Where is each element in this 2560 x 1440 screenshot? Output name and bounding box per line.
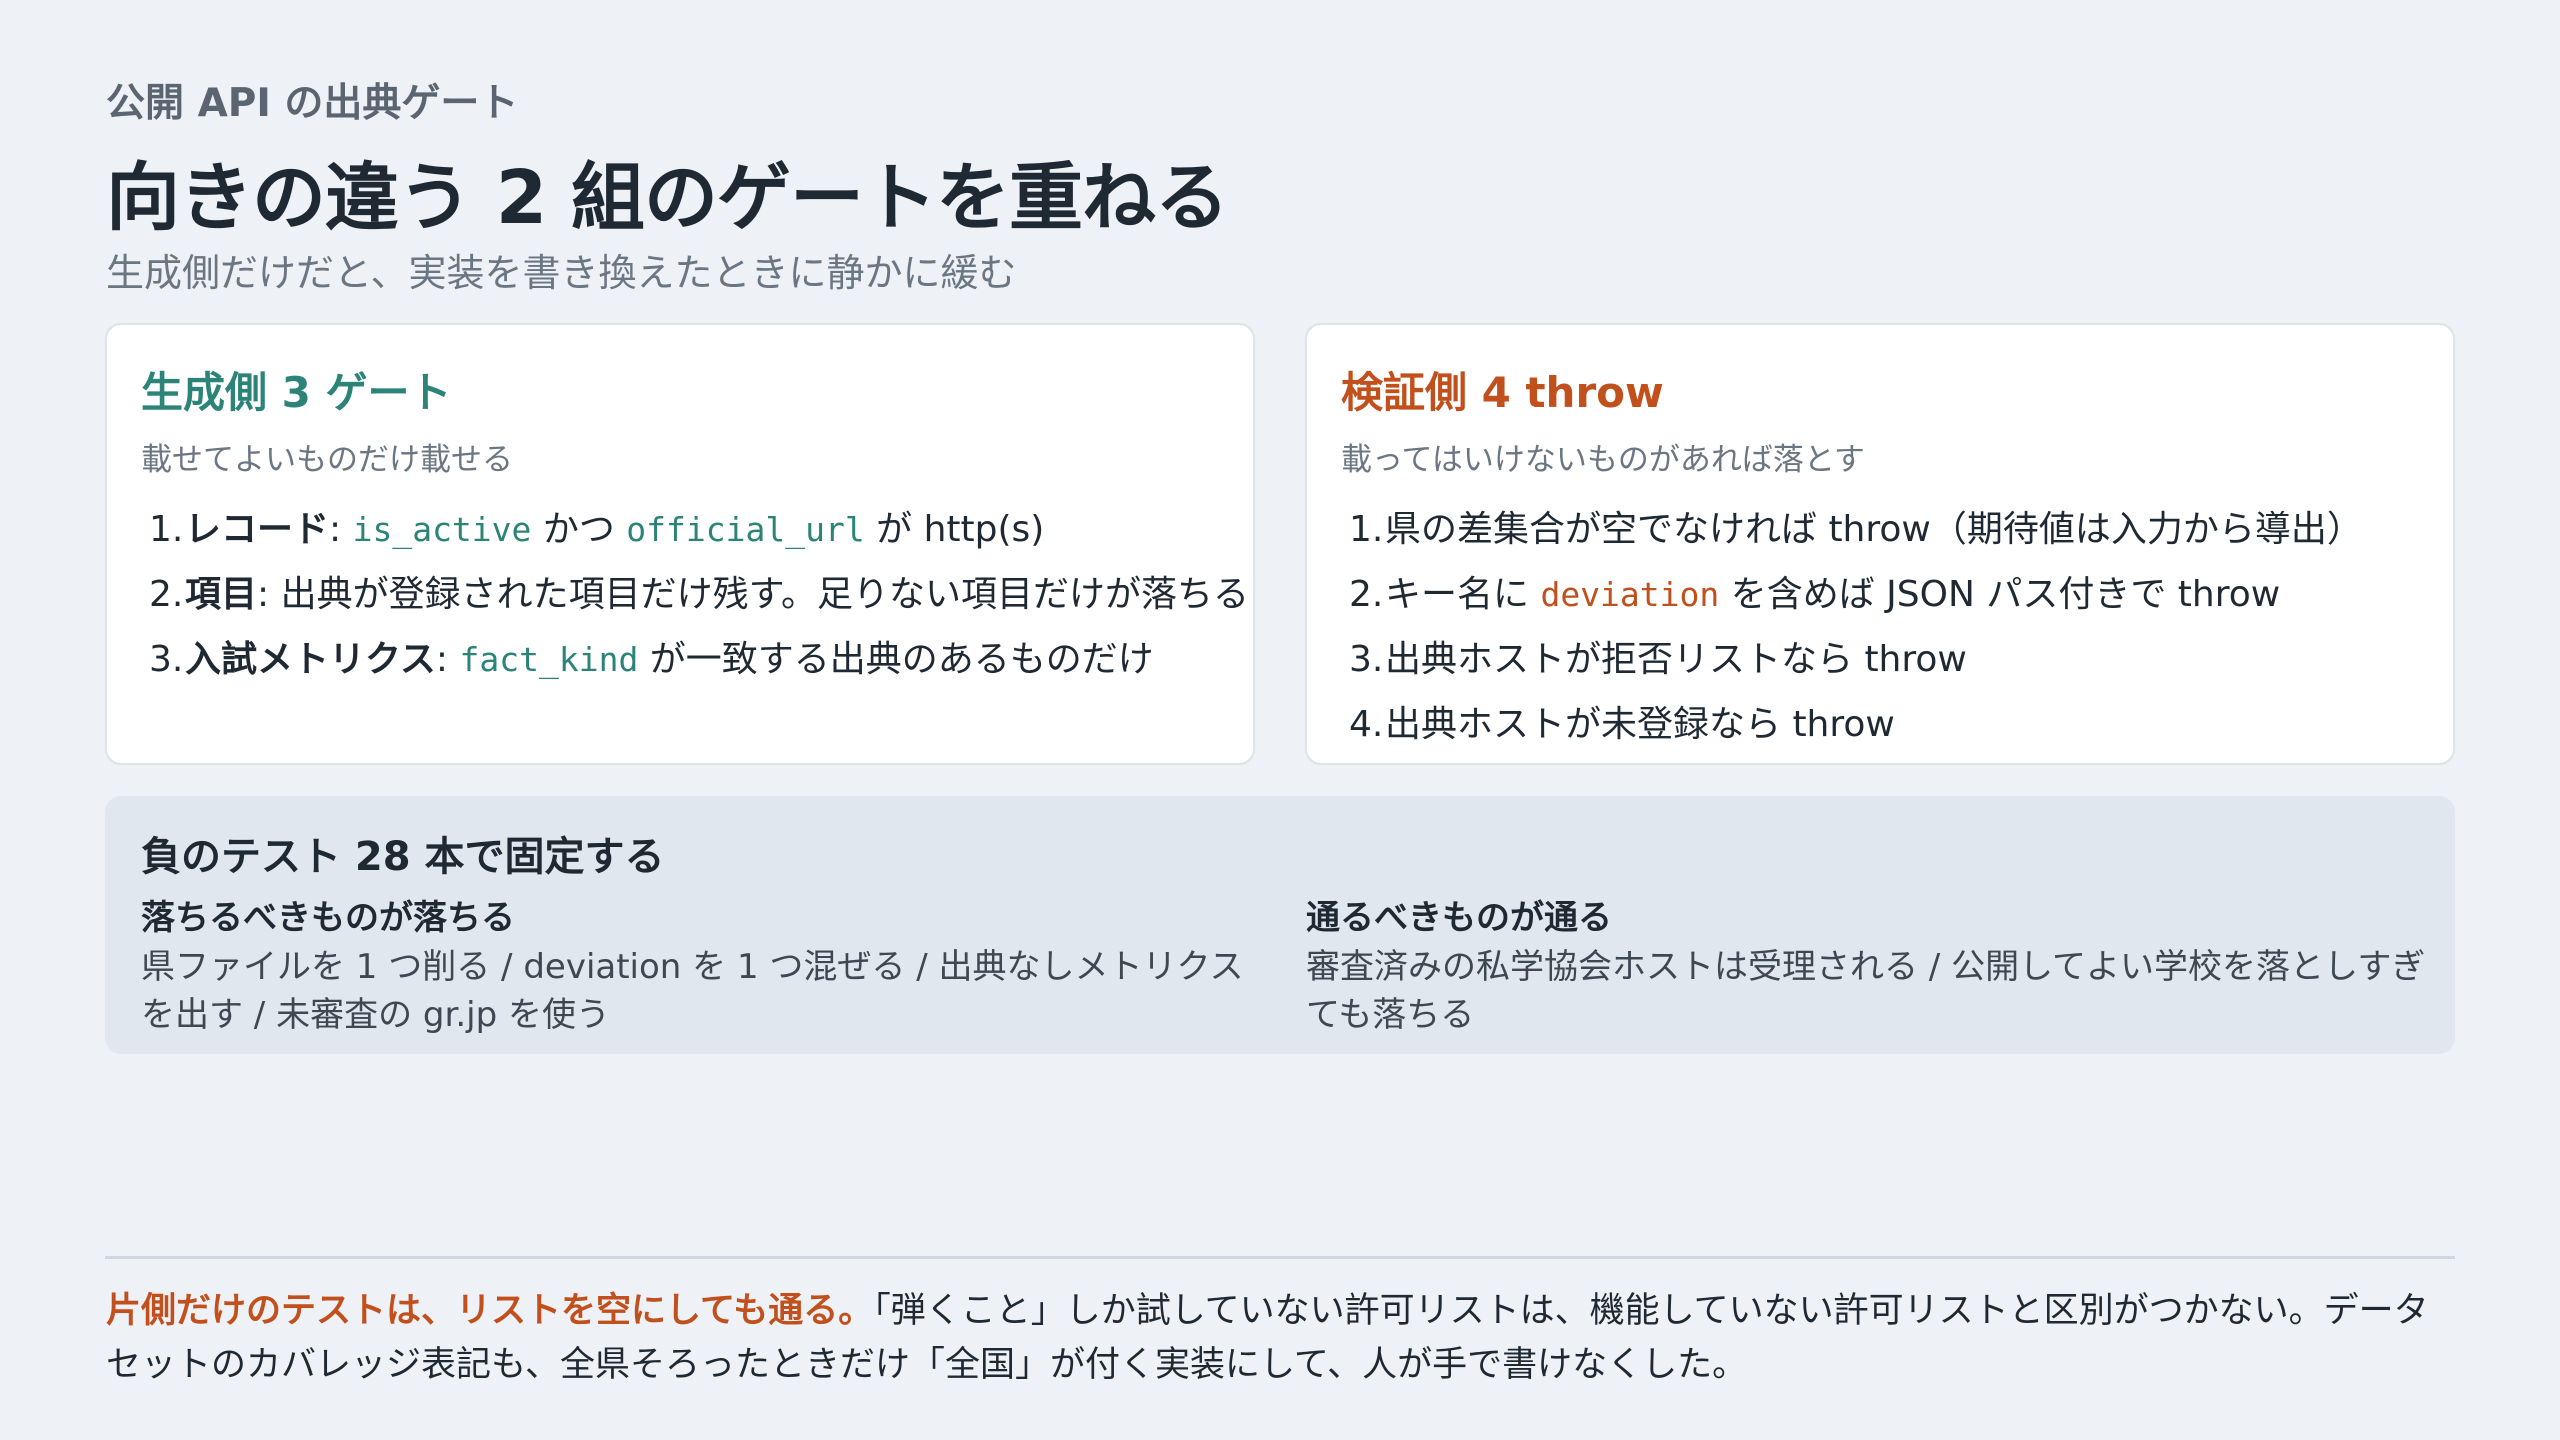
item-text: 県の差集合が空でなければ throw（期待値は入力から導出） [1385, 509, 2363, 550]
tests-right-text: 審査済みの私学協会ホストは受理される / 公開してよい学校を落としすぎても落ちる [1306, 947, 2426, 1035]
item-label: 入試メトリクス [185, 639, 436, 680]
item-text: を含めば JSON パス付きで throw [1719, 574, 2281, 615]
validation-heading: 検証側 4 throw [1341, 368, 1664, 417]
validation-item: 4.出典ホストが未登録なら throw [1341, 692, 2419, 757]
item-text: が一致する出典のあるものだけ [638, 639, 1154, 680]
item-separator: : [329, 509, 353, 550]
item-text: 出典ホストが拒否リストなら throw [1385, 639, 1967, 680]
validation-throws-card: 検証側 4 throw 載ってはいけないものがあれば落とす 1.県の差集合が空で… [1305, 323, 2455, 765]
code-deviation: deviation [1540, 575, 1720, 614]
item-label: 項目 [185, 574, 258, 615]
validation-list: 1.県の差集合が空でなければ throw（期待値は入力から導出） 2.キー名に … [1341, 497, 2419, 757]
page-subtitle: 生成側だけだと、実装を書き換えたときに静かに緩む [106, 251, 1017, 295]
item-text: かつ [531, 509, 627, 550]
validation-lead: 載ってはいけないものがあれば落とす [1341, 442, 1865, 478]
negative-tests-panel: 負のテスト 28 本で固定する 落ちるべきものが落ちる 県ファイルを 1 つ削る… [105, 796, 2455, 1054]
validation-item: 3.出典ホストが拒否リストなら throw [1341, 627, 2419, 692]
eyebrow: 公開 API の出典ゲート [106, 81, 519, 126]
item-text: キー名に [1385, 574, 1541, 615]
tests-left-text: 県ファイルを 1 つ削る / deviation を 1 つ混ぜる / 出典なし… [141, 947, 1244, 1035]
item-number: 2. [1349, 574, 1384, 615]
tests-right-heading: 通るべきものが通る [1306, 898, 1612, 938]
item-text: が http(s) [864, 509, 1045, 550]
tests-left-heading: 落ちるべきものが落ちる [141, 898, 515, 938]
generation-item: 1.レコード: is_active かつ official_url が http… [141, 497, 1219, 562]
item-number: 1. [1349, 509, 1384, 550]
item-number: 2. [149, 574, 184, 615]
footer-note: 片側だけのテストは、リストを空にしても通る。「弾くこと」しか試していない許可リス… [106, 1284, 2456, 1392]
divider [105, 1256, 2455, 1259]
generation-gates-card: 生成側 3 ゲート 載せてよいものだけ載せる 1.レコード: is_active… [105, 323, 1255, 765]
validation-item: 2.キー名に deviation を含めば JSON パス付きで throw [1341, 562, 2419, 627]
item-text: 出典が登録された項目だけ残す。足りない項目だけが落ちる [280, 574, 1249, 615]
code-official-url: official_url [626, 510, 865, 549]
item-number: 3. [1349, 639, 1384, 680]
tests-should-fail-column: 落ちるべきものが落ちる 県ファイルを 1 つ削る / deviation を 1… [141, 890, 1261, 1039]
generation-lead: 載せてよいものだけ載せる [141, 442, 513, 478]
code-fact-kind: fact_kind [459, 640, 639, 679]
tests-should-pass-column: 通るべきものが通る 審査済みの私学協会ホストは受理される / 公開してよい学校を… [1306, 890, 2426, 1039]
code-is-active: is_active [352, 510, 532, 549]
item-separator: : [257, 574, 281, 615]
tests-heading: 負のテスト 28 本で固定する [141, 834, 665, 880]
item-text: 出典ホストが未登録なら throw [1385, 704, 1895, 745]
item-separator: : [435, 639, 460, 680]
item-number: 4. [1349, 704, 1384, 745]
validation-item: 1.県の差集合が空でなければ throw（期待値は入力から導出） [1341, 497, 2419, 562]
generation-list: 1.レコード: is_active かつ official_url が http… [141, 497, 1249, 692]
item-number: 1. [149, 509, 184, 550]
item-label: レコード [185, 509, 330, 550]
footer-highlight: 片側だけのテストは、リストを空にしても通る。 [106, 1291, 874, 1331]
page-title: 向きの違う 2 組のゲートを重ねる [106, 155, 1229, 241]
generation-item: 2.項目: 出典が登録された項目だけ残す。足りない項目だけが落ちる [141, 562, 1249, 627]
item-number: 3. [149, 639, 184, 680]
generation-heading: 生成側 3 ゲート [141, 368, 452, 417]
generation-item: 3.入試メトリクス: fact_kind が一致する出典のあるものだけ [141, 627, 1219, 692]
